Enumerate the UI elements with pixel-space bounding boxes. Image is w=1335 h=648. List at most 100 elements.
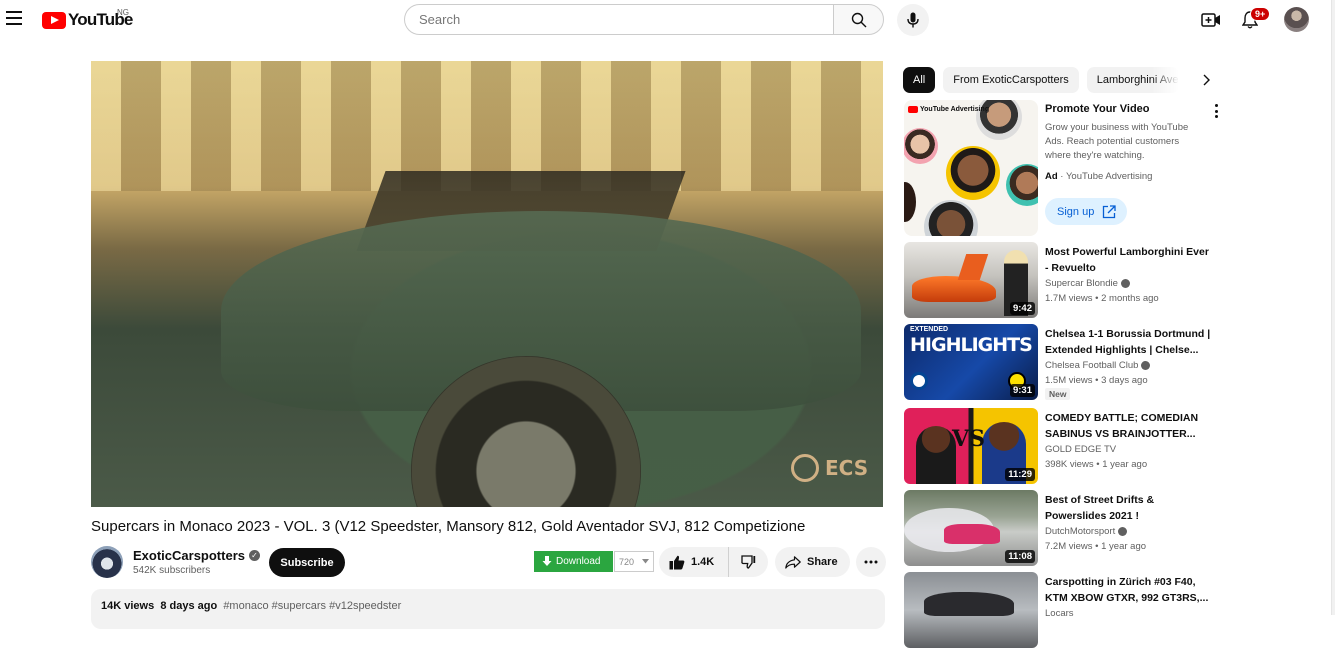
channel-avatar[interactable] — [91, 546, 123, 578]
country-code: NG — [117, 8, 129, 17]
ad-menu-icon[interactable] — [1214, 104, 1218, 118]
sign-up-button[interactable]: Sign up — [1045, 198, 1127, 225]
quality-value: 720 — [619, 556, 635, 567]
video-title[interactable]: COMEDY BATTLE; COMEDIAN SABINUS VS BRAIN… — [1045, 410, 1213, 442]
channel-name[interactable]: Chelsea Football Club — [1045, 360, 1151, 371]
channel-name[interactable]: GOLD EDGE TV — [1045, 444, 1116, 455]
video-thumbnail[interactable]: VS 11:29 — [904, 408, 1038, 484]
description-box[interactable]: 14K views 8 days ago #monaco #supercars … — [91, 589, 885, 629]
hashtags[interactable]: #monaco #supercars #v12speedster — [223, 600, 401, 612]
page-scrollbar[interactable] — [1331, 0, 1335, 615]
video-thumbnail[interactable] — [904, 572, 1038, 648]
thumb-extended-text: EXTENDED — [910, 326, 949, 333]
filter-chips: All From ExoticCarspotters Lamborghini A… — [903, 67, 1179, 93]
channel-name[interactable]: ExoticCarspotters — [133, 548, 245, 563]
video-title[interactable]: Best of Street Drifts & Powerslides 2021… — [1045, 492, 1213, 524]
download-button[interactable]: Download — [534, 551, 613, 572]
chevron-right-icon — [1203, 74, 1210, 86]
upload-age: 2 months ago — [1101, 293, 1159, 304]
ad-thumbnail[interactable]: YouTube Advertising — [904, 100, 1038, 236]
recommendation-item[interactable]: Carspotting in Zürich #03 F40, KTM XBOW … — [904, 572, 1224, 648]
ad-tag: Ad — [1045, 171, 1058, 182]
channel-name[interactable]: DutchMotorsport — [1045, 526, 1128, 537]
view-count: 14K views — [101, 600, 155, 612]
recommendation-item[interactable]: VS 11:29 COMEDY BATTLE; COMEDIAN SABINUS… — [904, 408, 1224, 484]
subscribe-button[interactable]: Subscribe — [269, 548, 345, 577]
search-button[interactable] — [833, 4, 884, 35]
verified-icon — [1118, 527, 1128, 536]
video-title[interactable]: Most Powerful Lamborghini Ever - Revuelt… — [1045, 244, 1213, 276]
chip-lamborghini[interactable]: Lamborghini Aven — [1086, 67, 1179, 93]
ad-face-3 — [946, 146, 1000, 200]
search-input[interactable] — [419, 12, 834, 27]
thumbs-up-icon — [669, 555, 685, 569]
channel-label: Supercar Blondie — [1045, 278, 1118, 289]
verified-icon — [1120, 279, 1130, 288]
video-thumbnail[interactable]: 9:42 — [904, 242, 1038, 318]
verified-icon: ✓ — [248, 550, 260, 561]
video-meta: 398K views • 1 year ago — [1045, 459, 1148, 470]
external-link-icon — [1103, 204, 1116, 218]
chip-from-channel[interactable]: From ExoticCarspotters — [943, 67, 1079, 93]
video-title[interactable]: Chelsea 1-1 Borussia Dortmund | Extended… — [1045, 326, 1213, 358]
ad-face-2 — [904, 128, 938, 164]
video-player[interactable]: ECS — [91, 61, 883, 507]
watermark-text: ECS — [825, 456, 869, 480]
upload-age: 8 days ago — [160, 600, 218, 612]
view-count: 1.7M views — [1045, 293, 1093, 304]
ad-brand-text: YouTube Advertising — [920, 106, 990, 113]
recommendation-item[interactable]: EXTENDED HIGHLIGHTS 9:31 Chelsea 1-1 Bor… — [904, 324, 1224, 400]
channel-name-row[interactable]: ExoticCarspotters ✓ — [133, 548, 260, 563]
view-count: 398K views — [1045, 459, 1094, 470]
dropdown-arrow-icon — [642, 559, 649, 564]
video-thumbnail[interactable]: 11:08 — [904, 490, 1038, 566]
verified-icon — [1141, 361, 1151, 370]
thumb-highlights-text: HIGHLIGHTS — [910, 334, 1033, 356]
channel-label: DutchMotorsport — [1045, 526, 1116, 537]
thumb-car — [924, 592, 1014, 616]
account-avatar[interactable] — [1284, 7, 1309, 32]
ad-face-5 — [924, 200, 978, 236]
view-count: 7.2M views — [1045, 541, 1093, 552]
more-actions-button[interactable] — [856, 547, 886, 577]
ad-title[interactable]: Promote Your Video — [1045, 103, 1150, 115]
create-video-icon — [1201, 13, 1220, 27]
thumb-vs-text: VS — [952, 426, 985, 452]
thumb-car — [944, 524, 1000, 544]
search-box — [404, 4, 834, 35]
top-bar: YouTube NG 9+ — [0, 0, 1335, 40]
create-button[interactable] — [1200, 9, 1222, 31]
video-title[interactable]: Carspotting in Zürich #03 F40, KTM XBOW … — [1045, 574, 1213, 606]
more-horizontal-icon — [864, 560, 878, 564]
thumb-car — [912, 276, 996, 302]
new-badge: New — [1045, 388, 1071, 400]
channel-label: Locars — [1045, 608, 1074, 619]
video-duration: 11:08 — [1005, 550, 1035, 563]
ad-face-4 — [1006, 164, 1038, 206]
channel-name[interactable]: Supercar Blondie — [1045, 278, 1130, 289]
promoted-ad[interactable]: YouTube Advertising Promote Your Video G… — [904, 100, 1224, 236]
like-button[interactable]: 1.4K — [659, 547, 729, 577]
voice-search-button[interactable] — [897, 4, 929, 36]
youtube-play-icon — [42, 11, 66, 29]
quality-select[interactable]: 720 — [614, 551, 654, 572]
search-icon — [851, 12, 866, 27]
video-meta: 1.5M views • 3 days ago — [1045, 375, 1148, 386]
channel-name[interactable]: Locars — [1045, 608, 1074, 619]
recommendation-item[interactable]: 11:08 Best of Street Drifts & Powerslide… — [904, 490, 1224, 566]
thumb-crest-chelsea — [910, 372, 928, 390]
ad-brand-label: YouTube Advertising — [908, 106, 989, 113]
share-label: Share — [807, 556, 838, 568]
download-icon — [542, 556, 552, 566]
share-button[interactable]: Share — [775, 547, 850, 577]
menu-icon[interactable] — [6, 11, 22, 25]
like-count: 1.4K — [691, 556, 715, 568]
download-label: Download — [556, 556, 601, 567]
dislike-button[interactable] — [729, 547, 767, 577]
recommendation-item[interactable]: 9:42 Most Powerful Lamborghini Ever - Re… — [904, 242, 1224, 318]
chips-next-button[interactable] — [1200, 73, 1212, 87]
chip-all[interactable]: All — [903, 67, 936, 93]
video-duration: 9:31 — [1009, 384, 1035, 397]
share-icon — [785, 555, 801, 569]
video-thumbnail[interactable]: EXTENDED HIGHLIGHTS 9:31 — [904, 324, 1038, 400]
